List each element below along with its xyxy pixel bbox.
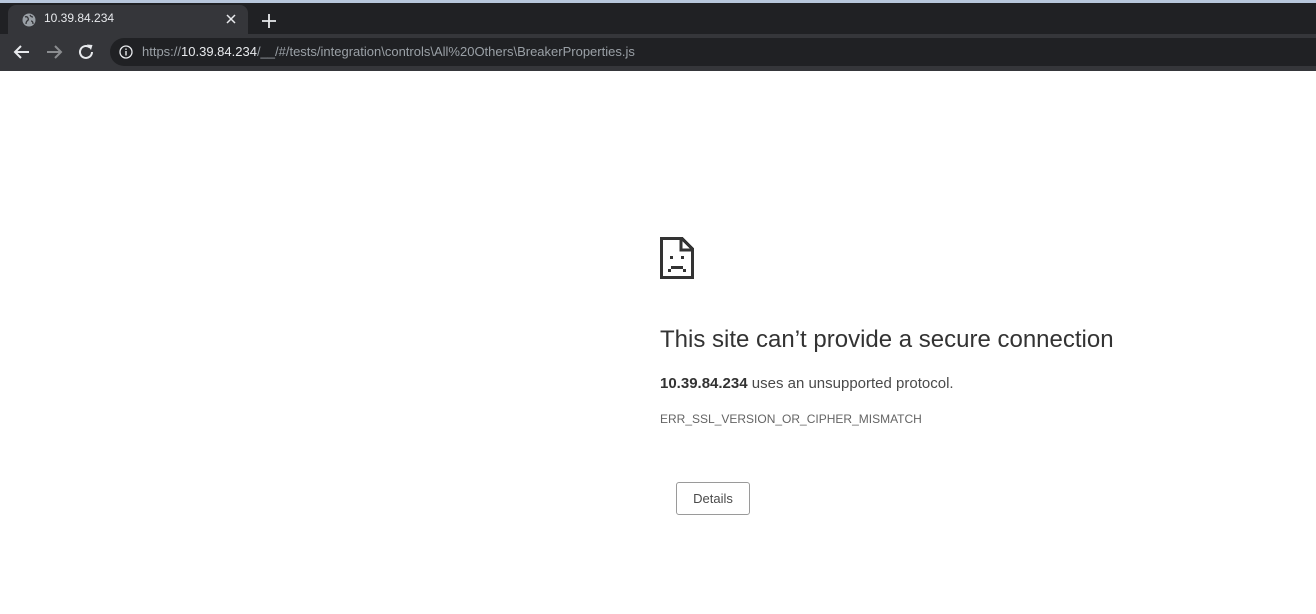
- tab-active[interactable]: 10.39.84.234: [8, 5, 248, 34]
- arrow-right-icon[interactable]: [43, 41, 65, 63]
- close-icon[interactable]: [224, 12, 238, 26]
- error-summary: 10.39.84.234 uses an unsupported protoco…: [660, 375, 954, 392]
- arrow-left-icon[interactable]: [11, 41, 33, 63]
- tab-strip: 10.39.84.234: [0, 3, 1316, 34]
- sad-document-icon: [660, 237, 694, 279]
- url-path: /__/#/tests/integration\controls\All%20O…: [256, 44, 635, 59]
- error-heading: This site can’t provide a secure connect…: [660, 326, 1114, 353]
- url-text[interactable]: https://10.39.84.234/__/#/tests/integrat…: [142, 44, 635, 59]
- plus-icon[interactable]: [259, 11, 279, 31]
- address-bar[interactable]: https://10.39.84.234/__/#/tests/integrat…: [110, 38, 1316, 66]
- toolbar: https://10.39.84.234/__/#/tests/integrat…: [0, 34, 1316, 71]
- error-summary-text: uses an unsupported protocol.: [747, 375, 954, 392]
- page-content: This site can’t provide a secure connect…: [0, 71, 1316, 614]
- reload-icon[interactable]: [75, 41, 97, 63]
- tab-title: 10.39.84.234: [44, 11, 115, 25]
- globe-icon: [22, 13, 36, 27]
- browser-chrome: 10.39.84.234 https://10.39.84.234/__/#/t…: [0, 0, 1316, 71]
- error-summary-host: 10.39.84.234: [660, 375, 748, 392]
- error-code: ERR_SSL_VERSION_OR_CIPHER_MISMATCH: [660, 412, 922, 426]
- url-scheme: https://: [142, 44, 182, 59]
- info-icon[interactable]: [119, 45, 133, 59]
- details-button[interactable]: Details: [676, 482, 750, 515]
- url-host: 10.39.84.234: [181, 44, 257, 59]
